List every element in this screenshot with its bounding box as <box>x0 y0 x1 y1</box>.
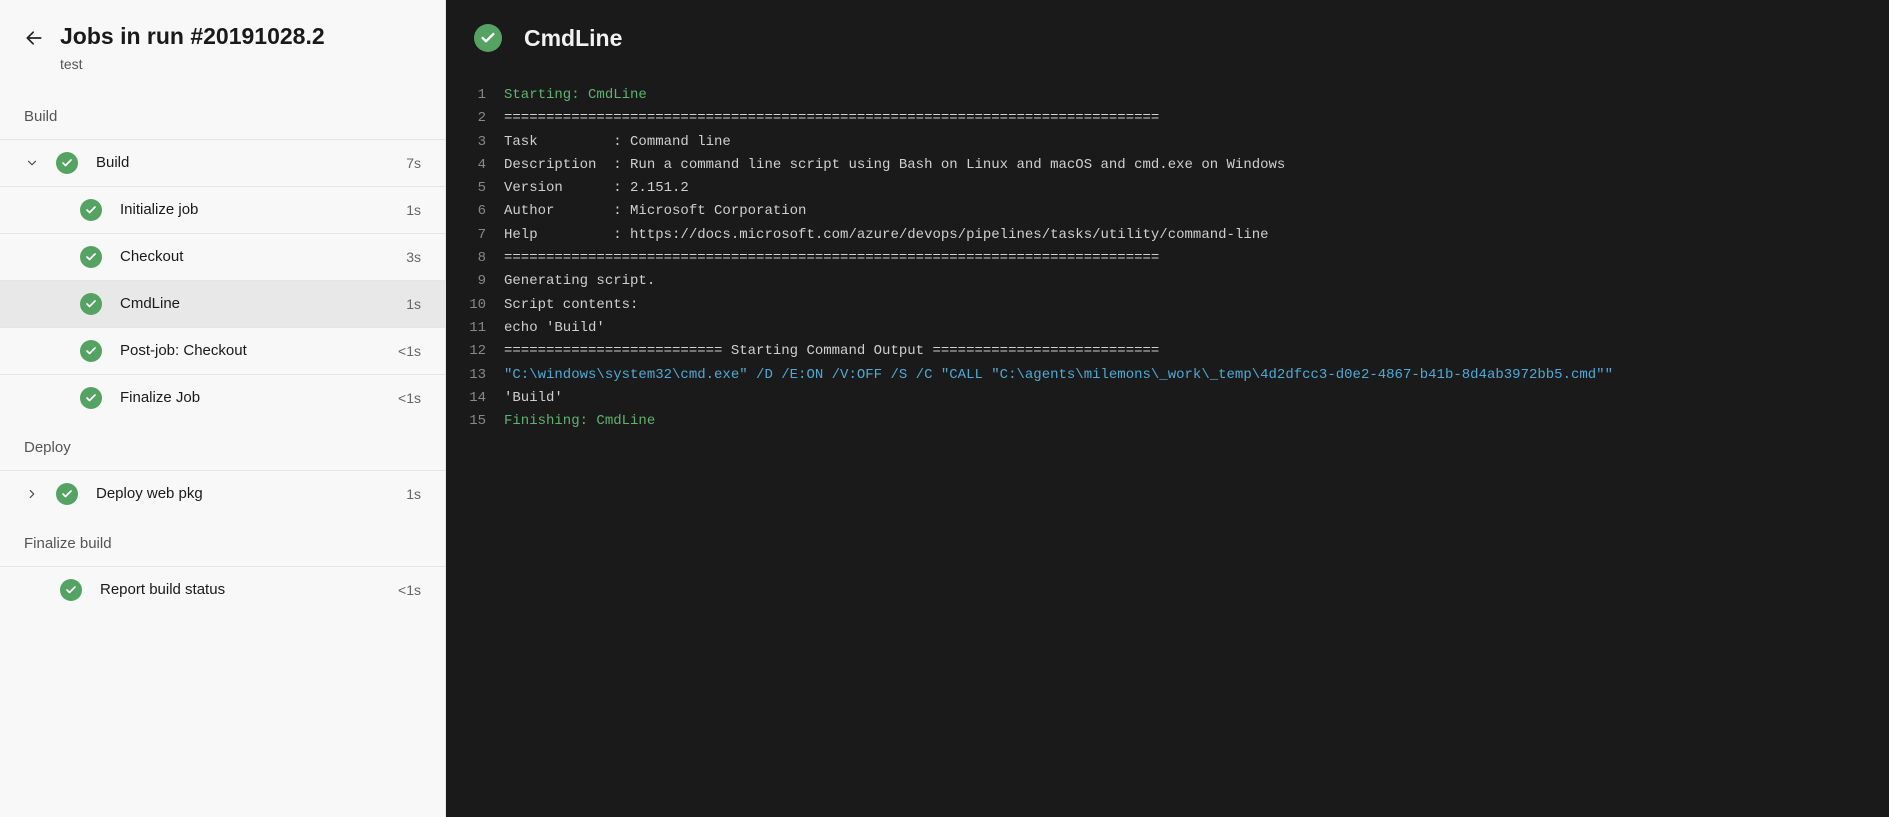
job-row[interactable]: Build 7s <box>0 139 445 186</box>
line-text: Help : https://docs.microsoft.com/azure/… <box>504 224 1269 247</box>
page-title: Jobs in run #20191028.2 <box>60 22 325 52</box>
stage-label: Build <box>0 90 445 139</box>
stage-label: Deploy <box>0 421 445 470</box>
line-text: Generating script. <box>504 270 655 293</box>
job-duration: 7s <box>406 155 421 171</box>
step-label: Checkout <box>120 248 398 265</box>
line-text: Task : Command line <box>504 131 731 154</box>
line-number: 4 <box>446 154 504 177</box>
sidebar-header: Jobs in run #20191028.2 test <box>0 0 445 90</box>
step-row[interactable]: CmdLine 1s <box>0 280 445 327</box>
job-label: Deploy web pkg <box>96 485 398 502</box>
log-header: CmdLine <box>446 0 1889 70</box>
step-row[interactable]: Checkout 3s <box>0 233 445 280</box>
log-line[interactable]: 12========================== Starting Co… <box>446 340 1889 363</box>
line-text: Author : Microsoft Corporation <box>504 200 806 223</box>
line-text: 'Build' <box>504 387 563 410</box>
step-row[interactable]: Post-job: Checkout <1s <box>0 327 445 374</box>
line-number: 10 <box>446 294 504 317</box>
line-number: 9 <box>446 270 504 293</box>
line-number: 14 <box>446 387 504 410</box>
step-duration: 1s <box>406 202 421 218</box>
success-icon <box>56 152 78 174</box>
success-icon <box>474 24 502 52</box>
success-icon <box>80 293 102 315</box>
step-label: Post-job: Checkout <box>120 342 390 359</box>
chevron-down-icon[interactable] <box>24 156 40 170</box>
line-text: echo 'Build' <box>504 317 605 340</box>
log-line[interactable]: 3Task : Command line <box>446 131 1889 154</box>
step-label: Finalize Job <box>120 389 390 406</box>
line-text: Script contents: <box>504 294 638 317</box>
chevron-right-icon[interactable] <box>24 487 40 501</box>
job-label: Build <box>96 154 398 171</box>
line-number: 6 <box>446 200 504 223</box>
line-number: 5 <box>446 177 504 200</box>
line-text: Starting: CmdLine <box>504 84 647 107</box>
stage-label: Finalize build <box>0 517 445 566</box>
step-row[interactable]: Finalize Job <1s <box>0 374 445 421</box>
success-icon <box>56 483 78 505</box>
pipeline-name: test <box>60 56 325 72</box>
line-number: 1 <box>446 84 504 107</box>
step-row[interactable]: Initialize job 1s <box>0 186 445 233</box>
step-label: CmdLine <box>120 295 398 312</box>
log-line[interactable]: 9Generating script. <box>446 270 1889 293</box>
step-duration: <1s <box>398 343 421 359</box>
log-line[interactable]: 5Version : 2.151.2 <box>446 177 1889 200</box>
log-line[interactable]: 10Script contents: <box>446 294 1889 317</box>
line-number: 13 <box>446 364 504 387</box>
line-number: 12 <box>446 340 504 363</box>
job-duration: 1s <box>406 486 421 502</box>
line-text: Version : 2.151.2 <box>504 177 689 200</box>
log-line[interactable]: 11echo 'Build' <box>446 317 1889 340</box>
line-text: ========================== Starting Comm… <box>504 340 1159 363</box>
success-icon <box>80 340 102 362</box>
log-line[interactable]: 4Description : Run a command line script… <box>446 154 1889 177</box>
line-number: 11 <box>446 317 504 340</box>
line-number: 3 <box>446 131 504 154</box>
success-icon <box>80 246 102 268</box>
log-line[interactable]: 8=======================================… <box>446 247 1889 270</box>
line-number: 2 <box>446 107 504 130</box>
line-number: 7 <box>446 224 504 247</box>
job-row[interactable]: Deploy web pkg 1s <box>0 470 445 517</box>
log-line[interactable]: 14'Build' <box>446 387 1889 410</box>
log-body[interactable]: 1Starting: CmdLine2=====================… <box>446 70 1889 453</box>
job-label: Report build status <box>100 581 390 598</box>
success-icon <box>60 579 82 601</box>
success-icon <box>80 199 102 221</box>
line-number: 8 <box>446 247 504 270</box>
line-text: Finishing: CmdLine <box>504 410 655 433</box>
step-duration: 3s <box>406 249 421 265</box>
job-row[interactable]: Report build status <1s <box>0 566 445 613</box>
log-line[interactable]: 13"C:\windows\system32\cmd.exe" /D /E:ON… <box>446 364 1889 387</box>
back-button[interactable] <box>24 28 44 53</box>
log-line[interactable]: 7Help : https://docs.microsoft.com/azure… <box>446 224 1889 247</box>
line-text: ========================================… <box>504 247 1159 270</box>
line-text: Description : Run a command line script … <box>504 154 1285 177</box>
step-duration: <1s <box>398 390 421 406</box>
log-line[interactable]: 15Finishing: CmdLine <box>446 410 1889 433</box>
line-text: ========================================… <box>504 107 1159 130</box>
step-label: Initialize job <box>120 201 398 218</box>
success-icon <box>80 387 102 409</box>
line-number: 15 <box>446 410 504 433</box>
step-duration: 1s <box>406 296 421 312</box>
log-panel: CmdLine 1Starting: CmdLine2=============… <box>446 0 1889 817</box>
log-title: CmdLine <box>524 25 622 52</box>
log-line[interactable]: 2=======================================… <box>446 107 1889 130</box>
log-line[interactable]: 6Author : Microsoft Corporation <box>446 200 1889 223</box>
line-text: "C:\windows\system32\cmd.exe" /D /E:ON /… <box>504 364 1613 387</box>
job-duration: <1s <box>398 582 421 598</box>
jobs-sidebar: Jobs in run #20191028.2 test Build Build 7… <box>0 0 446 817</box>
log-line[interactable]: 1Starting: CmdLine <box>446 84 1889 107</box>
